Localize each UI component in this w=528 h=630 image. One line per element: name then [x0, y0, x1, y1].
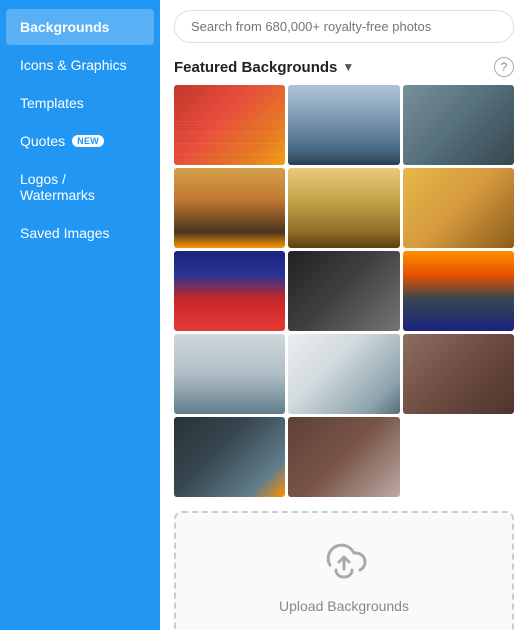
grid-image-snowy[interactable]	[288, 334, 399, 414]
featured-title: Featured Backgrounds	[174, 59, 337, 76]
sidebar-item-quotes[interactable]: Quotes NEW	[6, 123, 154, 159]
upload-cloud-icon	[320, 537, 368, 590]
sidebar-item-templates[interactable]: Templates	[6, 85, 154, 121]
new-badge: NEW	[72, 135, 104, 147]
grid-image-reading[interactable]	[174, 417, 285, 497]
grid-image-windmill[interactable]	[174, 334, 285, 414]
sidebar-item-saved-images[interactable]: Saved Images	[6, 215, 154, 251]
chevron-down-icon[interactable]: ▼	[342, 60, 354, 74]
sidebar-item-backgrounds[interactable]: Backgrounds	[6, 9, 154, 45]
sidebar-item-label: Quotes	[20, 133, 65, 149]
grid-image-woman[interactable]	[288, 251, 399, 331]
grid-image-track[interactable]	[174, 85, 285, 165]
sidebar-item-label: Templates	[20, 95, 84, 111]
sidebar-item-label: Logos / Watermarks	[20, 171, 140, 203]
grid-image-desert[interactable]	[288, 168, 399, 248]
grid-image-sitting[interactable]	[288, 417, 399, 497]
sidebar: Backgrounds Icons & Graphics Templates Q…	[0, 0, 160, 630]
grid-image-shoes[interactable]	[174, 251, 285, 331]
search-bar-wrap	[160, 0, 528, 51]
sidebar-item-logos-watermarks[interactable]: Logos / Watermarks	[6, 161, 154, 213]
sidebar-item-label: Icons & Graphics	[20, 57, 127, 73]
help-label: ?	[501, 60, 508, 74]
sidebar-item-icons-graphics[interactable]: Icons & Graphics	[6, 47, 154, 83]
featured-title-wrap: Featured Backgrounds ▼	[174, 59, 354, 76]
upload-label: Upload Backgrounds	[279, 598, 409, 614]
grid-image-bench[interactable]	[174, 168, 285, 248]
upload-area[interactable]: Upload Backgrounds	[174, 511, 514, 630]
grid-image-surf[interactable]	[403, 85, 514, 165]
grid-image-silhouette[interactable]	[403, 251, 514, 331]
sidebar-item-label: Backgrounds	[20, 19, 109, 35]
sidebar-item-label: Saved Images	[20, 225, 110, 241]
grid-image-coffee[interactable]	[403, 334, 514, 414]
main-panel: Featured Backgrounds ▼ ? Upl	[160, 0, 528, 630]
search-input[interactable]	[174, 10, 514, 43]
help-icon[interactable]: ?	[494, 57, 514, 77]
image-grid	[160, 85, 528, 497]
grid-image-dock[interactable]	[288, 85, 399, 165]
grid-image-skate[interactable]	[403, 168, 514, 248]
featured-header: Featured Backgrounds ▼ ?	[160, 51, 528, 85]
